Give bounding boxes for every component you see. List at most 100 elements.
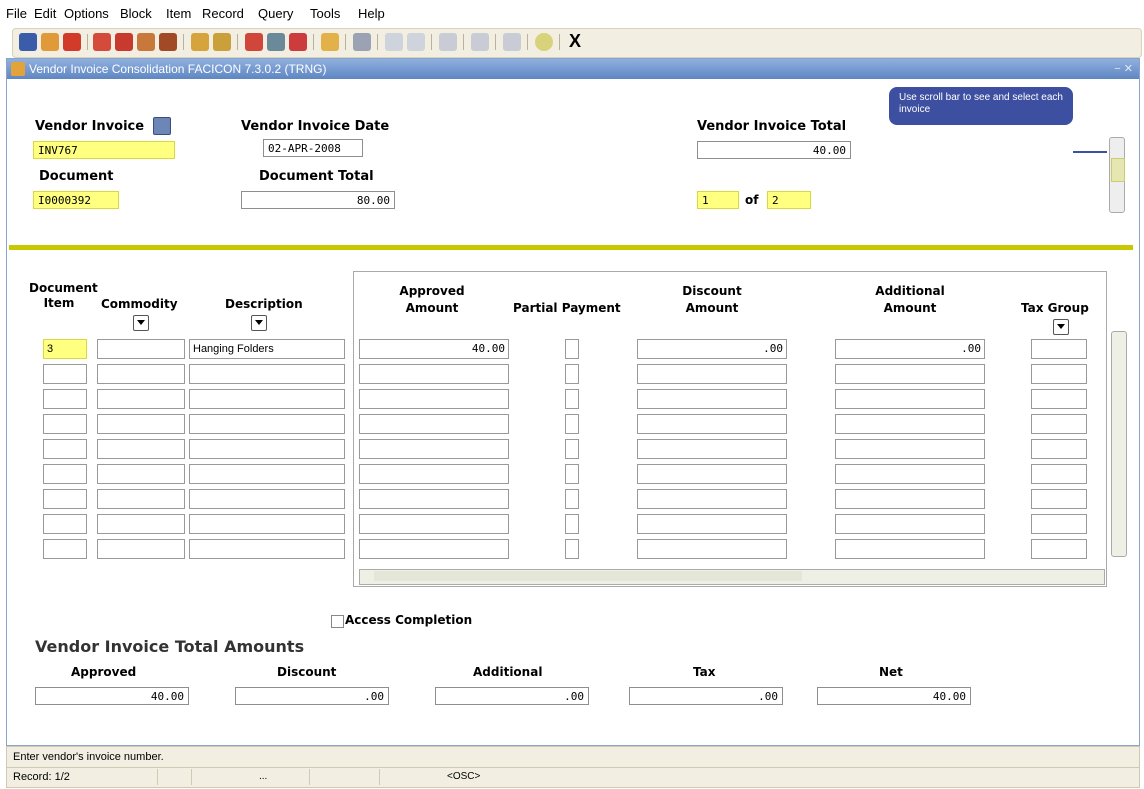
additional-amount-cell[interactable] — [835, 539, 985, 559]
description-cell[interactable] — [189, 389, 345, 409]
description-cell[interactable] — [189, 414, 345, 434]
vendor-invoice-field[interactable]: INV767 — [33, 141, 175, 159]
discount-amount-cell[interactable] — [637, 414, 787, 434]
tax-group-cell[interactable] — [1031, 489, 1087, 509]
menu-block[interactable]: Block — [120, 6, 152, 21]
approved-amount-cell[interactable] — [359, 414, 509, 434]
tax-group-cell[interactable] — [1031, 414, 1087, 434]
tax-group-dropdown[interactable] — [1053, 319, 1069, 335]
document-total-field[interactable]: 80.00 — [241, 191, 395, 209]
menu-query[interactable]: Query — [258, 6, 293, 21]
discount-amount-cell[interactable] — [637, 539, 787, 559]
partial-payment-checkbox[interactable] — [565, 489, 579, 509]
partial-payment-checkbox[interactable] — [565, 464, 579, 484]
document-item-cell[interactable] — [43, 539, 87, 559]
discount-amount-cell[interactable] — [637, 489, 787, 509]
partial-payment-checkbox[interactable] — [565, 364, 579, 384]
document-item-cell[interactable] — [43, 464, 87, 484]
additional-amount-cell[interactable] — [835, 439, 985, 459]
approved-amount-cell[interactable] — [359, 464, 509, 484]
invoice-scrollbar-thumb[interactable] — [1111, 158, 1125, 182]
commodity-cell[interactable] — [97, 439, 185, 459]
commodity-cell[interactable] — [97, 414, 185, 434]
vendor-invoice-date-field[interactable]: 02-APR-2008 — [263, 139, 363, 157]
partial-payment-checkbox[interactable] — [565, 414, 579, 434]
menu-item[interactable]: Item — [166, 6, 191, 21]
approved-total-field[interactable]: 40.00 — [35, 687, 189, 705]
menu-record[interactable]: Record — [202, 6, 244, 21]
attachments-icon[interactable] — [471, 33, 489, 51]
tax-group-cell[interactable] — [1031, 464, 1087, 484]
net-total-field[interactable]: 40.00 — [817, 687, 971, 705]
grid-horizontal-scrollbar[interactable] — [359, 569, 1105, 585]
description-dropdown[interactable] — [251, 315, 267, 331]
remove-record-icon[interactable] — [115, 33, 133, 51]
additional-amount-cell[interactable] — [835, 489, 985, 509]
execute-query-icon[interactable] — [213, 33, 231, 51]
commodity-cell[interactable] — [97, 514, 185, 534]
tax-group-cell[interactable] — [1031, 364, 1087, 384]
grid-vertical-scrollbar[interactable] — [1111, 331, 1127, 557]
menu-file[interactable]: File — [6, 6, 27, 21]
additional-amount-cell[interactable] — [835, 414, 985, 434]
partial-payment-checkbox[interactable] — [565, 389, 579, 409]
tax-group-cell[interactable] — [1031, 514, 1087, 534]
discount-total-field[interactable]: .00 — [235, 687, 389, 705]
approved-amount-cell[interactable] — [359, 439, 509, 459]
commodity-cell[interactable] — [97, 364, 185, 384]
additional-amount-cell[interactable] — [835, 464, 985, 484]
discount-amount-cell[interactable] — [637, 439, 787, 459]
menu-help[interactable]: Help — [358, 6, 385, 21]
approved-amount-cell[interactable] — [359, 489, 509, 509]
description-cell[interactable] — [189, 464, 345, 484]
discount-amount-cell[interactable] — [637, 389, 787, 409]
grid-scrollbar-thumb[interactable] — [374, 571, 802, 581]
partial-payment-checkbox[interactable] — [565, 439, 579, 459]
commodity-cell[interactable] — [97, 464, 185, 484]
record-total-field[interactable]: 2 — [767, 191, 811, 209]
insert-record-icon[interactable] — [93, 33, 111, 51]
additional-amount-cell[interactable] — [835, 364, 985, 384]
description-cell[interactable] — [189, 439, 345, 459]
additional-amount-cell[interactable] — [835, 389, 985, 409]
document-field[interactable]: I0000392 — [33, 191, 119, 209]
document-item-cell[interactable] — [43, 514, 87, 534]
document-item-cell[interactable] — [43, 389, 87, 409]
partial-payment-checkbox[interactable] — [565, 514, 579, 534]
enter-query-icon[interactable] — [191, 33, 209, 51]
tax-group-cell[interactable] — [1031, 539, 1087, 559]
tax-group-cell[interactable] — [1031, 439, 1087, 459]
description-cell[interactable] — [189, 364, 345, 384]
invoice-scrollbar[interactable] — [1109, 137, 1125, 213]
vendor-invoice-total-field[interactable]: 40.00 — [697, 141, 851, 159]
document-item-cell[interactable] — [43, 439, 87, 459]
menu-options[interactable]: Options — [64, 6, 109, 21]
approved-amount-cell[interactable]: 40.00 — [359, 339, 509, 359]
commodity-cell[interactable] — [97, 539, 185, 559]
search-icon[interactable] — [153, 117, 171, 135]
clear-form-icon[interactable] — [289, 33, 307, 51]
document-item-cell[interactable] — [43, 414, 87, 434]
discount-amount-cell[interactable] — [637, 464, 787, 484]
description-cell[interactable]: Hanging Folders — [189, 339, 345, 359]
access-completion-checkbox[interactable] — [331, 615, 344, 628]
export-icon[interactable] — [385, 33, 403, 51]
discount-amount-cell[interactable] — [637, 514, 787, 534]
import-icon[interactable] — [407, 33, 425, 51]
select-icon[interactable] — [63, 33, 81, 51]
next-record-icon[interactable] — [245, 33, 263, 51]
description-cell[interactable] — [189, 489, 345, 509]
commodity-cell[interactable] — [97, 489, 185, 509]
approved-amount-cell[interactable] — [359, 364, 509, 384]
options-icon[interactable] — [321, 33, 339, 51]
description-cell[interactable] — [189, 539, 345, 559]
commodity-dropdown[interactable] — [133, 315, 149, 331]
additional-amount-cell[interactable]: .00 — [835, 339, 985, 359]
approved-amount-cell[interactable] — [359, 389, 509, 409]
rollback-icon[interactable] — [41, 33, 59, 51]
description-cell[interactable] — [189, 514, 345, 534]
discount-amount-cell[interactable] — [637, 364, 787, 384]
window-controls[interactable]: − ✕ — [1114, 62, 1133, 75]
help-icon[interactable] — [535, 33, 553, 51]
print-icon[interactable] — [353, 33, 371, 51]
